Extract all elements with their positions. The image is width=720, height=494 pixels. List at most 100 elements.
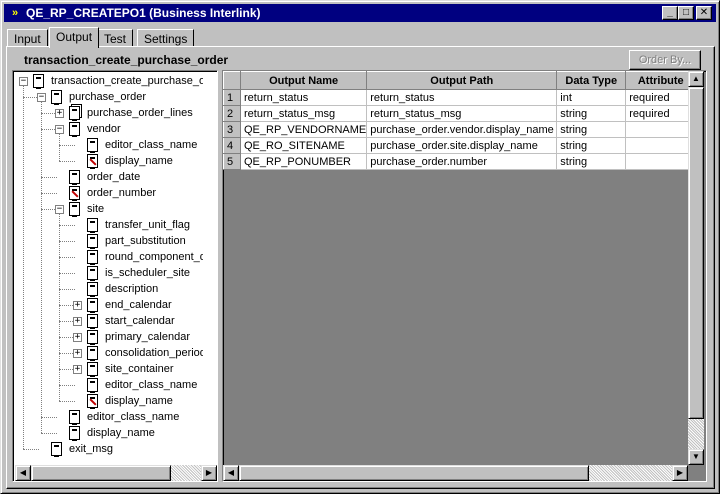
collapse-icon[interactable]: − (55, 125, 64, 134)
cell-output-path[interactable]: return_status_msg (366, 105, 558, 122)
app-window: » QE_RP_CREATEPO1 (Business Interlink) _… (0, 0, 720, 494)
expand-icon[interactable]: + (73, 317, 82, 326)
row-number[interactable]: 3 (223, 121, 241, 138)
document-icon (87, 314, 98, 329)
maximize-button[interactable]: □ (678, 6, 694, 20)
row-number[interactable]: 5 (223, 153, 241, 170)
structure-tree[interactable]: −transaction_create_purchase_order−purch… (12, 70, 218, 482)
document-icon (33, 74, 44, 89)
expand-icon[interactable]: + (73, 365, 82, 374)
expand-icon[interactable]: + (73, 301, 82, 310)
document-icon (69, 202, 80, 217)
order-by-button[interactable]: Order By... (629, 50, 701, 70)
document-icon (87, 346, 98, 361)
tab-test[interactable]: Test (97, 29, 134, 47)
tree-hscroll-thumb[interactable] (31, 465, 171, 481)
row-number[interactable]: 4 (223, 137, 241, 154)
tree-scroll-left-button[interactable]: ◀ (15, 465, 31, 481)
table-row[interactable]: 3 QE_RP_VENDORNAME purchase_order.vendor.d… (223, 121, 697, 138)
cell-data-type[interactable]: string (556, 121, 627, 138)
grid-hscroll-thumb[interactable] (239, 465, 589, 481)
collapse-icon[interactable]: − (19, 77, 28, 86)
tree-guide-line (41, 102, 42, 433)
title-bar[interactable]: » QE_RP_CREATEPO1 (Business Interlink) _… (4, 4, 716, 22)
tree-node[interactable]: exit_msg (13, 441, 203, 457)
cell-output-path[interactable]: purchase_order.number (366, 153, 558, 170)
table-row[interactable]: 2 return_status_msg return_status_msg strin… (223, 105, 697, 122)
cell-attribute[interactable] (625, 153, 697, 170)
document-icon (87, 218, 98, 233)
tree-node-label: start_calendar (105, 315, 175, 327)
tree-connector (59, 257, 75, 258)
expand-icon[interactable]: + (73, 333, 82, 342)
tree-node-label: editor_class_name (87, 411, 180, 423)
cell-output-name[interactable]: QE_RP_PONUMBER (240, 153, 368, 170)
tab-settings[interactable]: Settings (137, 29, 195, 47)
expand-icon[interactable]: + (55, 109, 64, 118)
cell-attribute[interactable]: required (625, 89, 697, 106)
column-header-output-name[interactable]: Output Name (239, 71, 368, 90)
document-icon (87, 266, 98, 281)
cell-data-type[interactable]: string (556, 105, 627, 122)
tree-node[interactable]: − transaction_create_purchase_order (13, 73, 203, 89)
cell-output-path[interactable]: purchase_order.site.display_name (366, 137, 558, 154)
expand-icon[interactable]: + (73, 349, 82, 358)
minimize-button[interactable]: _ (662, 6, 678, 20)
tree-scroll-right-button[interactable]: ▶ (201, 465, 217, 481)
cell-attribute[interactable]: required (625, 105, 697, 122)
collapse-icon[interactable]: − (55, 205, 64, 214)
column-header-data-type[interactable]: Data Type (556, 71, 627, 90)
tree-node-label: exit_msg (69, 443, 114, 455)
app-icon[interactable]: » (8, 6, 22, 20)
tree-connector (59, 385, 75, 386)
document-icon (69, 170, 80, 185)
grid-scroll-left-button[interactable]: ◀ (223, 465, 239, 481)
grid-vscroll-thumb[interactable] (688, 87, 704, 419)
tree-connector (41, 417, 57, 418)
table-row[interactable]: 4 QE_RO_SITENAME purchase_order.site.displ… (223, 137, 697, 154)
output-grid[interactable]: Output Name Output Path Data Type Attrib… (222, 70, 707, 482)
row-header-corner[interactable] (223, 71, 241, 90)
row-number[interactable]: 1 (223, 89, 241, 106)
tree-connector (59, 145, 75, 146)
table-row[interactable]: 1 return_status return_status int required (223, 89, 697, 106)
tree-node-label: display_name (105, 155, 173, 167)
close-button[interactable]: ✕ (696, 6, 712, 20)
cell-attribute[interactable] (625, 121, 697, 138)
cell-data-type[interactable]: int (556, 89, 627, 106)
cell-output-path[interactable]: return_status (366, 89, 558, 106)
document-icon (51, 442, 62, 457)
document-icon (87, 330, 98, 345)
tab-input[interactable]: Input (7, 29, 48, 47)
cell-data-type[interactable]: string (556, 137, 627, 154)
tree-connector (41, 433, 57, 434)
tree-connector (59, 401, 75, 402)
collapse-icon[interactable]: − (37, 93, 46, 102)
cell-output-path[interactable]: purchase_order.vendor.display_name (366, 121, 558, 138)
document-icon (87, 298, 98, 313)
flagged-document-icon (69, 186, 80, 201)
cell-data-type[interactable]: string (556, 153, 627, 170)
cell-output-name[interactable]: QE_RP_VENDORNAME (240, 121, 368, 138)
column-header-output-path[interactable]: Output Path (366, 71, 558, 90)
column-header-attribute[interactable]: Attribute (625, 71, 697, 90)
cell-output-name[interactable]: QE_RO_SITENAME (240, 137, 368, 154)
tree-node-label: display_name (105, 395, 173, 407)
cell-attribute[interactable] (625, 137, 697, 154)
cell-output-name[interactable]: return_status (240, 89, 368, 106)
tree-node-label: editor_class_name (105, 139, 198, 151)
row-number[interactable]: 2 (223, 105, 241, 122)
tree-connector (23, 449, 39, 450)
panel-title: transaction_create_purchase_order (24, 53, 229, 67)
tree-node-label: description (105, 283, 159, 295)
tree-node-label: order_date (87, 171, 141, 183)
cell-output-name[interactable]: return_status_msg (240, 105, 368, 122)
grid-scroll-right-button[interactable]: ▶ (672, 465, 688, 481)
grid-scroll-down-button[interactable]: ▼ (688, 449, 704, 465)
table-row[interactable]: 5 QE_RP_PONUMBER purchase_order.number stri… (223, 153, 697, 170)
tab-output[interactable]: Output (49, 27, 100, 48)
document-icon (87, 250, 98, 265)
tree-node-label: is_scheduler_site (105, 267, 190, 279)
document-icon (69, 122, 80, 137)
grid-scroll-up-button[interactable]: ▲ (688, 71, 704, 87)
